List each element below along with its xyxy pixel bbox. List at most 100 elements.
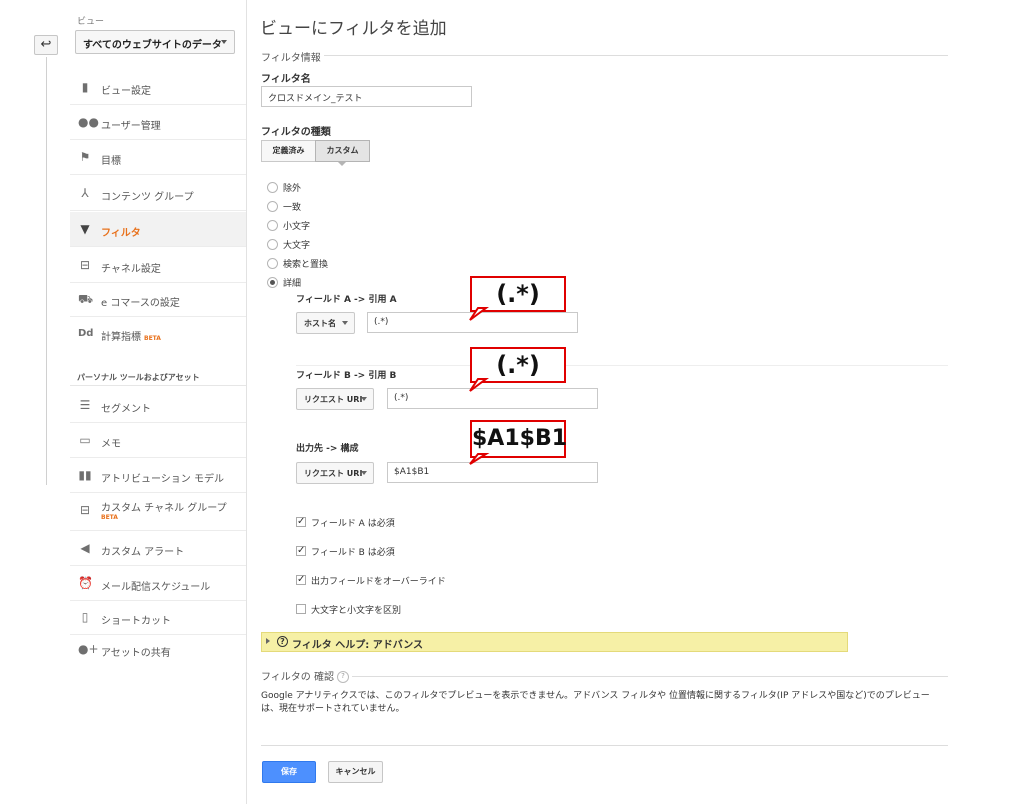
chevron-down-icon bbox=[221, 40, 227, 44]
chevron-down-icon bbox=[342, 321, 348, 325]
beta-badge: BETA bbox=[101, 514, 118, 521]
dd-icon: Dd bbox=[78, 328, 94, 339]
sidebar-item-label: アセットの共有 bbox=[101, 648, 171, 659]
sidebar-item-shortcuts[interactable]: ▯ ショートカット bbox=[70, 600, 246, 635]
section-rule bbox=[352, 676, 948, 677]
view-select-value: すべてのウェブサイトのデータ bbox=[83, 40, 222, 51]
callout-text: (.*) bbox=[496, 351, 540, 379]
person-walk-icon: ⅄ bbox=[81, 186, 89, 200]
sidebar-item-label: カスタム アラート bbox=[101, 547, 185, 558]
radio-label: 一致 bbox=[283, 203, 302, 213]
sidebar-item-ecommerce[interactable]: ⛟ e コマースの設定 bbox=[70, 282, 246, 317]
filter-info-heading: フィルタ情報 bbox=[261, 53, 321, 64]
comment-icon: ▭ bbox=[79, 433, 91, 447]
help-icon[interactable]: ? bbox=[336, 671, 349, 683]
sidebar-item-label: メール配信スケジュール bbox=[101, 582, 211, 593]
users-icon: ●● bbox=[78, 115, 99, 129]
expand-arrow-icon bbox=[266, 638, 270, 644]
sidebar-item-label: ショートカット bbox=[101, 616, 171, 627]
radio-label: 除外 bbox=[283, 184, 302, 194]
radio-lowercase[interactable] bbox=[267, 220, 278, 231]
sidebar-item-label: チャネル設定 bbox=[101, 264, 161, 275]
callout-text: $A1$B1 bbox=[472, 426, 568, 451]
checkbox-label: 大文字と小文字を区別 bbox=[311, 606, 402, 616]
megaphone-icon: ◀ bbox=[80, 541, 90, 555]
sidebar-item-view-settings[interactable]: ▮ ビュー設定 bbox=[70, 70, 246, 105]
sidebar-item-label: セグメント bbox=[101, 404, 151, 415]
chevron-down-icon bbox=[361, 471, 367, 475]
radio-include[interactable] bbox=[267, 201, 278, 212]
filter-type-label: フィルタの種類 bbox=[261, 127, 331, 138]
sidebar-item-channel-settings[interactable]: ⊟ チャネル設定 bbox=[70, 248, 246, 283]
sidebar-item-scheduled-emails[interactable]: ⏰ メール配信スケジュール bbox=[70, 566, 246, 601]
cancel-button[interactable]: キャンセル bbox=[328, 761, 383, 783]
output-dropdown[interactable]: リクエスト URI bbox=[296, 462, 374, 484]
filter-name-input[interactable]: クロスドメイン_テスト bbox=[261, 86, 472, 107]
sidebar-item-segments[interactable]: ☰ セグメント bbox=[70, 388, 246, 423]
filter-name-label: フィルタ名 bbox=[261, 74, 311, 85]
document-icon: ▮ bbox=[81, 80, 89, 94]
sidebar-border bbox=[246, 0, 247, 804]
tab-custom[interactable]: カスタム bbox=[315, 140, 370, 162]
sidebar-item-label: 計算指標 BETA bbox=[101, 332, 161, 343]
sidebar-item-label: e コマースの設定 bbox=[101, 298, 180, 309]
sidebar-item-annotations[interactable]: ▭ メモ bbox=[70, 423, 246, 458]
sidebar-item-custom-alerts[interactable]: ◀ カスタム アラート bbox=[70, 531, 246, 566]
footer-rule bbox=[261, 745, 948, 746]
view-select[interactable]: すべてのウェブサイトのデータ bbox=[75, 30, 235, 54]
add-user-icon: ●+ bbox=[78, 642, 99, 656]
sidebar-item-content-grouping[interactable]: ⅄ コンテンツ グループ bbox=[70, 176, 246, 211]
radio-label: 検索と置換 bbox=[283, 260, 329, 270]
radio-exclude[interactable] bbox=[267, 182, 278, 193]
section-rule bbox=[324, 55, 948, 56]
sidebar-item-goals[interactable]: ⚑ 目標 bbox=[70, 140, 246, 175]
field-divider bbox=[296, 365, 948, 366]
sidebar-item-label: コンテンツ グループ bbox=[101, 192, 194, 203]
callout-text: (.*) bbox=[496, 280, 540, 308]
sidebar-item-share-assets[interactable]: ●+ アセットの共有 bbox=[70, 632, 246, 667]
sidebar-item-label: フィルタ bbox=[101, 228, 141, 239]
sidebar-item-calculated-metrics[interactable]: Dd 計算指標 BETA bbox=[70, 316, 246, 351]
sidebar-item-custom-channel-grouping[interactable]: ⊟ カスタム チャネル グループ BETA bbox=[70, 493, 246, 531]
document-icon: ▯ bbox=[81, 610, 89, 624]
tab-pointer bbox=[337, 161, 347, 166]
radio-uppercase[interactable] bbox=[267, 239, 278, 250]
sidebar-item-label: 目標 bbox=[101, 156, 121, 167]
checkbox-field-b-required[interactable]: ✓ bbox=[296, 546, 306, 556]
radio-advanced[interactable] bbox=[267, 277, 278, 288]
back-button[interactable]: ↩ bbox=[34, 35, 58, 55]
sidebar-item-attribution-models[interactable]: ▮▮ アトリビューション モデル bbox=[70, 458, 246, 493]
page-title: ビューにフィルタを追加 bbox=[260, 19, 447, 39]
radio-label: 大文字 bbox=[283, 241, 311, 251]
field-b-dropdown-value: リクエスト URI bbox=[304, 395, 363, 404]
sidebar-item-filters[interactable]: ▼ フィルタ bbox=[70, 212, 246, 247]
filter-icon: ▼ bbox=[80, 222, 90, 236]
save-button[interactable]: 保存 bbox=[262, 761, 316, 783]
bar-chart-icon: ▮▮ bbox=[78, 468, 92, 482]
sidebar-item-user-management[interactable]: ●● ユーザー管理 bbox=[70, 105, 246, 140]
field-a-dropdown[interactable]: ホスト名 bbox=[296, 312, 355, 334]
view-label: ビュー bbox=[77, 17, 105, 27]
channel-icon: ⊟ bbox=[79, 258, 91, 272]
verify-text: Google アナリティクスでは、このフィルタでプレビューを表示できません。アド… bbox=[261, 691, 930, 714]
help-bar-label: フィルタ ヘルプ: アドバンス bbox=[292, 640, 424, 651]
callout-pointer bbox=[469, 378, 489, 392]
sidebar-item-label: カスタム チャネル グループ bbox=[101, 503, 227, 514]
checkbox-case-sensitive[interactable] bbox=[296, 604, 306, 614]
checkbox-field-a-required[interactable]: ✓ bbox=[296, 517, 306, 527]
sidebar-item-label: ユーザー管理 bbox=[101, 121, 161, 132]
sidebar-item-label: メモ bbox=[101, 439, 121, 450]
verify-heading: フィルタの 確認? bbox=[261, 668, 349, 683]
filter-help-bar[interactable]: ? フィルタ ヘルプ: アドバンス bbox=[261, 632, 848, 652]
cart-icon: ⛟ bbox=[78, 292, 94, 306]
callout-pointer bbox=[469, 453, 490, 465]
field-b-dropdown[interactable]: リクエスト URI bbox=[296, 388, 374, 410]
tab-predefined[interactable]: 定義済み bbox=[261, 140, 316, 162]
back-arrow-icon: ↩ bbox=[40, 37, 52, 52]
radio-search-replace[interactable] bbox=[267, 258, 278, 269]
checkbox-label: フィールド A は必須 bbox=[311, 519, 395, 529]
callout-pointer bbox=[469, 307, 489, 321]
field-a-label: フィールド A -> 引用 A bbox=[296, 295, 397, 305]
checkbox-override-output[interactable]: ✓ bbox=[296, 575, 306, 585]
output-label: 出力先 -> 構成 bbox=[296, 444, 359, 454]
